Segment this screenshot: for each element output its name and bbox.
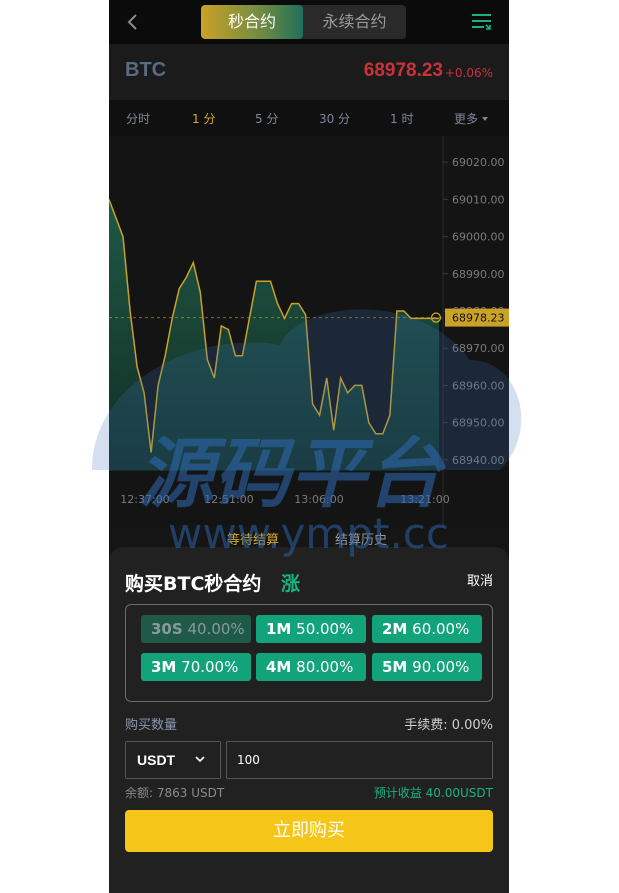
direction-label: 涨 <box>281 573 301 595</box>
duration-option[interactable]: 1M 50.00% <box>256 615 366 643</box>
buy-now-button[interactable]: 立即购买 <box>125 810 493 852</box>
currency-value: USDT <box>137 752 176 768</box>
fee-label: 手续费: 0.00% <box>404 718 493 733</box>
tab-pending-settlement[interactable]: 等待结算 <box>227 529 279 548</box>
duration-option[interactable]: 2M 60.00% <box>372 615 482 643</box>
chevron-down-icon <box>195 756 205 763</box>
ticker-bar: BTC 68978.23 +0.06% <box>109 44 509 100</box>
menu-list-icon[interactable] <box>471 10 493 34</box>
tab-perpetual-contract[interactable]: 永续合约 <box>303 5 406 39</box>
y-tick-label: 68970.00 <box>452 342 505 355</box>
interval-tab-5m[interactable]: 5 分 <box>255 110 278 127</box>
y-tick-label: 68960.00 <box>452 379 505 392</box>
x-tick-label: 13:06:00 <box>294 493 343 506</box>
price-area-fill <box>109 199 439 471</box>
price-chart[interactable]: 69020.0069010.0069000.0068990.0068980.00… <box>109 136 509 526</box>
ticker-change: +0.06% <box>444 66 493 80</box>
y-tick-label: 68950.00 <box>452 417 505 430</box>
caret-down-icon <box>482 117 489 121</box>
duration-rate: 90.00% <box>412 658 470 676</box>
y-tick-label: 68990.00 <box>452 268 505 281</box>
phone-screen: 秒合约 永续合约 BTC 68978.23 +0.06% 分时 1 分 5 分 … <box>109 0 509 893</box>
interval-tab-30m[interactable]: 30 分 <box>319 110 350 127</box>
duration-option[interactable]: 3M 70.00% <box>141 653 251 681</box>
interval-more-label: 更多 <box>454 112 479 126</box>
duration-rate: 60.00% <box>412 620 470 638</box>
interval-more-dropdown[interactable]: 更多 <box>454 110 489 127</box>
ticker-price: 68978.23 <box>363 60 443 81</box>
duration-label: 5M <box>382 658 408 676</box>
top-bar: 秒合约 永续合约 <box>109 0 509 44</box>
price-chart-svg: 69020.0069010.0069000.0068990.0068980.00… <box>109 136 509 526</box>
y-tick-label: 68940.00 <box>452 454 505 467</box>
expected-profit: 预计收益 40.00USDT <box>373 786 493 800</box>
duration-label: 4M <box>266 658 292 676</box>
duration-options: 30S 40.00% 1M 50.00% 2M 60.00% 3M 70.00%… <box>125 604 493 702</box>
y-tick-label: 69000.00 <box>452 231 505 244</box>
duration-option[interactable]: 4M 80.00% <box>256 653 366 681</box>
duration-label: 2M <box>382 620 408 638</box>
tab-settlement-history[interactable]: 结算历史 <box>335 529 387 548</box>
balance-text: 余额: 7863 USDT <box>125 786 225 800</box>
cancel-button[interactable]: 取消 <box>467 570 493 589</box>
duration-rate: 50.00% <box>296 620 354 638</box>
ticker-symbol: BTC <box>125 59 167 81</box>
interval-tab-1h[interactable]: 1 时 <box>390 110 413 127</box>
x-tick-label: 12:37:00 <box>120 493 169 506</box>
quantity-label: 购买数量 <box>125 718 178 733</box>
y-tick-label: 69010.00 <box>452 193 505 206</box>
duration-option[interactable]: 30S 40.00% <box>141 615 251 643</box>
contract-type-switch: 秒合约 永续合约 <box>201 5 406 39</box>
x-tick-label: 13:21:00 <box>400 493 449 506</box>
duration-rate: 40.00% <box>187 620 245 638</box>
duration-label: 1M <box>266 620 292 638</box>
amount-input[interactable] <box>226 741 493 779</box>
duration-label: 30S <box>151 620 183 638</box>
buy-sheet: 购买BTC秒合约 涨 取消 30S 40.00% 1M 50.00% 2M 60… <box>109 547 509 893</box>
duration-rate: 80.00% <box>296 658 354 676</box>
y-tick-label: 69020.00 <box>452 156 505 169</box>
interval-tabs: 分时 1 分 5 分 30 分 1 时 更多 <box>109 100 509 136</box>
back-arrow-icon[interactable] <box>123 10 145 34</box>
current-price-label: 68978.23 <box>452 312 505 325</box>
duration-option[interactable]: 5M 90.00% <box>372 653 482 681</box>
interval-tab-1m[interactable]: 1 分 <box>192 110 215 127</box>
currency-select[interactable]: USDT <box>125 741 221 779</box>
sheet-title: 购买BTC秒合约 <box>125 573 262 595</box>
x-tick-label: 12:51:00 <box>204 493 253 506</box>
duration-rate: 70.00% <box>181 658 239 676</box>
duration-label: 3M <box>151 658 177 676</box>
interval-tab-timeline[interactable]: 分时 <box>126 110 150 127</box>
tab-second-contract[interactable]: 秒合约 <box>201 5 303 39</box>
